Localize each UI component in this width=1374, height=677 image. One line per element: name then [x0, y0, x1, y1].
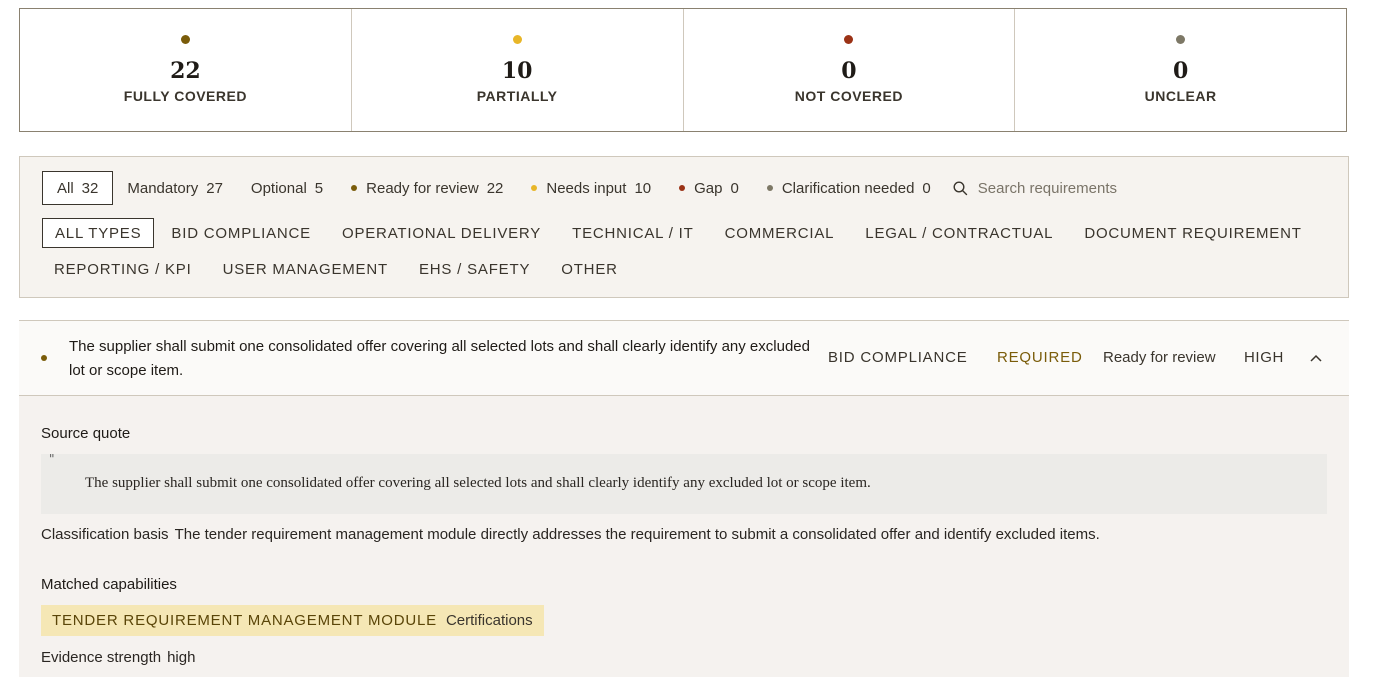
type-ehs-safety[interactable]: EHS / SAFETY — [407, 254, 542, 284]
stat-not-covered: 0 NOT COVERED — [684, 9, 1016, 131]
filter-count: 10 — [634, 179, 652, 197]
classification-basis-text: The tender requirement management module… — [174, 526, 1100, 543]
status-dot-icon — [180, 35, 190, 44]
requirement-detail: Source quote " The supplier shall submit… — [19, 396, 1349, 677]
stat-label: PARTIALLY — [476, 88, 558, 104]
stat-label: FULLY COVERED — [123, 88, 247, 104]
filter-count: 0 — [922, 179, 931, 197]
quote-mark-icon: " — [49, 452, 55, 466]
status-dot-icon — [351, 185, 358, 191]
evidence-strength-value: high — [167, 649, 196, 666]
type-filter-row-1: ALL TYPES BID COMPLIANCE OPERATIONAL DEL… — [42, 218, 1319, 248]
type-other[interactable]: OTHER — [549, 254, 630, 284]
filter-ready-for-review[interactable]: Ready for review 22 — [337, 171, 517, 205]
chevron-up-icon[interactable] — [1309, 353, 1323, 363]
capability-tag: Certifications — [445, 612, 533, 629]
filter-label: Gap — [694, 179, 723, 197]
status-filter-row: All 32 Mandatory 27 Optional 5 Ready for… — [42, 171, 1117, 205]
type-legal-contractual[interactable]: LEGAL / CONTRACTUAL — [853, 218, 1065, 248]
type-reporting-kpi[interactable]: REPORTING / KPI — [42, 254, 204, 284]
requirement-category: BID COMPLIANCE — [828, 349, 968, 366]
stat-count: 0 — [841, 58, 857, 84]
search-input[interactable]: Search requirements — [953, 180, 1117, 197]
evidence-strength-label: Evidence strength — [41, 649, 162, 666]
requirement-priority: HIGH — [1244, 349, 1284, 366]
filter-panel: All 32 Mandatory 27 Optional 5 Ready for… — [19, 156, 1349, 298]
filter-count: 5 — [314, 179, 324, 197]
source-quote-box: " The supplier shall submit one consolid… — [41, 452, 1327, 514]
stat-fully-covered: 22 FULLY COVERED — [20, 9, 352, 131]
requirement-text: The supplier shall submit one consolidat… — [69, 338, 810, 379]
filter-label: All — [57, 179, 74, 197]
filter-count: 0 — [730, 179, 739, 197]
type-document-requirement[interactable]: DOCUMENT REQUIREMENT — [1072, 218, 1313, 248]
type-commercial[interactable]: COMMERCIAL — [713, 218, 847, 248]
filter-label: Mandatory — [127, 179, 199, 197]
filter-clarification-needed[interactable]: Clarification needed 0 — [753, 171, 945, 205]
type-filter-row-2: REPORTING / KPI USER MANAGEMENT EHS / SA… — [42, 254, 635, 284]
classification-basis-label: Classification basis — [41, 526, 169, 543]
search-placeholder: Search requirements — [977, 179, 1117, 197]
filter-all[interactable]: All 32 — [42, 171, 114, 205]
filter-count: 32 — [81, 179, 99, 197]
filter-label: Needs input — [546, 179, 627, 197]
status-dot-icon — [766, 185, 773, 191]
status-dot-icon — [41, 355, 47, 361]
filter-optional[interactable]: Optional 5 — [237, 171, 337, 205]
stat-label: UNCLEAR — [1144, 88, 1217, 104]
classification-basis: Classification basis The tender requireme… — [41, 526, 1100, 543]
filter-label: Clarification needed — [781, 179, 915, 197]
requirement-status: Ready for review — [1103, 349, 1216, 366]
stat-count: 0 — [1172, 58, 1189, 84]
stat-count: 22 — [170, 58, 201, 84]
status-dot-icon — [531, 185, 538, 191]
filter-label: Optional — [250, 179, 307, 197]
capability-chip: TENDER REQUIREMENT MANAGEMENT MODULE Cer… — [41, 605, 544, 636]
coverage-summary: 22 FULLY COVERED 10 PARTIALLY 0 NOT COVE… — [19, 8, 1347, 132]
type-user-management[interactable]: USER MANAGEMENT — [211, 254, 400, 284]
stat-label: NOT COVERED — [794, 88, 903, 104]
status-dot-icon — [844, 35, 854, 44]
filter-label: Ready for review — [366, 179, 479, 197]
capability-name: TENDER REQUIREMENT MANAGEMENT MODULE — [52, 612, 437, 629]
type-technical-it[interactable]: TECHNICAL / IT — [560, 218, 706, 248]
requirement-row[interactable]: The supplier shall submit one consolidat… — [19, 320, 1349, 396]
filter-gap[interactable]: Gap 0 — [665, 171, 753, 205]
stat-partially: 10 PARTIALLY — [352, 9, 684, 131]
stat-count: 10 — [501, 58, 533, 84]
filter-count: 22 — [486, 179, 504, 197]
search-icon — [953, 180, 967, 195]
evidence-strength: Evidence strength high — [41, 649, 195, 666]
filter-mandatory[interactable]: Mandatory 27 — [113, 171, 237, 205]
filter-count: 27 — [206, 179, 223, 197]
stat-unclear: 0 UNCLEAR — [1015, 9, 1346, 131]
type-operational-delivery[interactable]: OPERATIONAL DELIVERY — [330, 218, 553, 248]
filter-needs-input[interactable]: Needs input 10 — [517, 171, 665, 205]
status-dot-icon — [679, 185, 686, 191]
matched-capabilities-label: Matched capabilities — [41, 576, 177, 593]
status-dot-icon — [1176, 35, 1186, 44]
type-bid-compliance[interactable]: BID COMPLIANCE — [159, 218, 323, 248]
requirement-required-badge: REQUIRED — [997, 349, 1083, 366]
source-quote-label: Source quote — [41, 425, 131, 442]
status-dot-icon — [512, 35, 522, 44]
source-quote-text: The supplier shall submit one consolidat… — [85, 475, 871, 491]
type-all-types[interactable]: ALL TYPES — [42, 218, 155, 248]
